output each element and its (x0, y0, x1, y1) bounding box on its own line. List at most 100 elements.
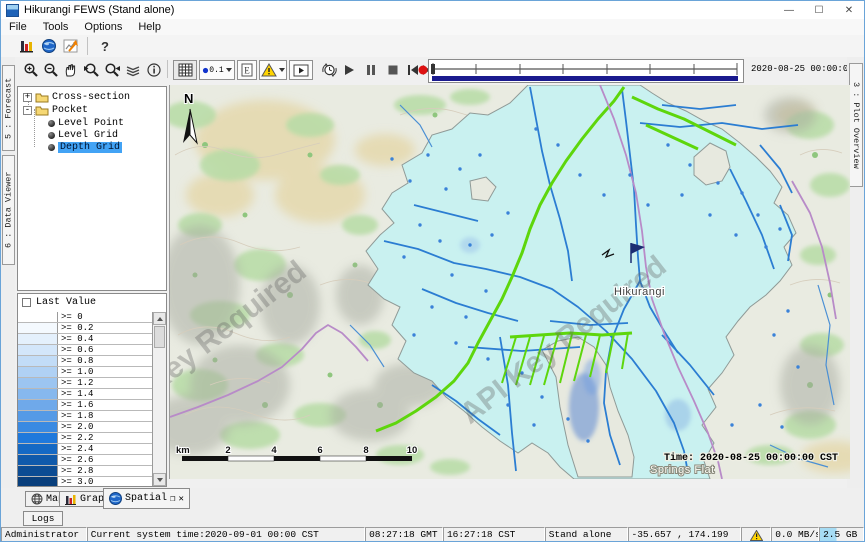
tree-item-cross-section[interactable]: + Cross-section (23, 91, 130, 103)
zoom-next-icon[interactable] (102, 60, 122, 80)
svg-text:N: N (184, 91, 193, 106)
explorer-icon[interactable] (17, 36, 37, 56)
tab-maximize-icon[interactable]: ❐ (170, 494, 175, 504)
tree-item-label-selected: Depth Grid (58, 142, 122, 153)
logs-row: Logs (1, 509, 864, 527)
tree-item-label: Pocket (52, 105, 88, 116)
timeline-handle[interactable] (431, 64, 435, 74)
status-throughput: 0.0 MB/s (771, 527, 819, 542)
scroll-down-button[interactable] (153, 473, 166, 486)
interval-dropdown[interactable]: 0.1 (199, 60, 235, 80)
tab-forecast[interactable]: 5 : Forecast (2, 65, 15, 151)
tab-plot-overview[interactable]: 3 : Plot Overview (849, 63, 863, 187)
layers-icon[interactable] (123, 60, 143, 80)
close-button[interactable]: ✕ (834, 1, 864, 19)
scroll-up-button[interactable] (153, 312, 166, 325)
node-bullet-icon (48, 144, 55, 151)
legend-swatch (18, 312, 58, 322)
warning-dropdown[interactable] (259, 60, 287, 80)
data-viewer-panel: + Cross-section - Pocket Level Point Lev… (15, 85, 169, 488)
svg-text:2: 2 (225, 445, 230, 456)
legend-swatch (18, 455, 58, 465)
status-local-time: 16:27:18 CST (443, 527, 545, 542)
folder-icon (35, 105, 49, 116)
grid-display-button[interactable] (173, 60, 197, 80)
tab-spatial-active[interactable]: Spatial ❐ ✕ (103, 488, 190, 509)
legend-row: >= 0.4 (18, 334, 152, 345)
town-label: Hikurangi (614, 286, 665, 298)
tab-close-icon[interactable]: ✕ (178, 494, 183, 504)
scroll-thumb[interactable] (154, 326, 165, 348)
status-user: Administrator (1, 527, 87, 542)
status-warning-cell[interactable] (741, 527, 771, 542)
tree-item-depth-grid[interactable]: Depth Grid (48, 141, 122, 153)
tree-item-label: Level Point (58, 118, 124, 129)
status-memory: 2.5 GB (819, 527, 864, 542)
legend-row: >= 1.6 (18, 400, 152, 411)
chart-trend-icon[interactable] (61, 36, 81, 56)
help-icon[interactable]: ? (95, 36, 115, 56)
legend-row: >= 1.8 (18, 411, 152, 422)
minimize-button[interactable]: — (774, 1, 804, 19)
pause-button[interactable] (363, 60, 379, 80)
tab-data-viewer[interactable]: 6 : Data Viewer (2, 155, 15, 265)
tree-item-pocket[interactable]: - Pocket (23, 104, 88, 116)
legend-scrollbar[interactable] (152, 312, 166, 486)
expander-icon[interactable]: - (23, 106, 32, 115)
zoom-in-icon[interactable] (21, 60, 41, 80)
tree-item-label: Level Grid (58, 130, 118, 141)
legend-swatch (18, 389, 58, 399)
legend-swatch (18, 477, 58, 487)
node-bullet-icon (48, 132, 55, 139)
menu-tools[interactable]: Tools (35, 21, 77, 33)
legend-row: >= 0.6 (18, 345, 152, 356)
legend-swatch (18, 367, 58, 377)
map-globe-icon[interactable] (39, 36, 59, 56)
legend-swatch (18, 356, 58, 366)
bar-chart-icon (65, 493, 77, 505)
expander-icon[interactable]: + (23, 93, 32, 102)
bottom-tab-bar: Map Graph Spatial ❐ ✕ (1, 488, 864, 509)
menu-help[interactable]: Help (130, 21, 169, 33)
logs-button[interactable]: Logs (23, 511, 63, 526)
legend-swatch (18, 411, 58, 421)
svg-text:4: 4 (271, 445, 277, 456)
tree-item-level-grid[interactable]: Level Grid (48, 129, 118, 141)
zoom-previous-icon[interactable] (81, 60, 101, 80)
legend-table: >= 0 >= 0.2 >= 0.4 >= 0.6 >= 0.8 >= 1.0 … (18, 312, 152, 486)
legend-swatch (18, 345, 58, 355)
editor-button[interactable]: E (237, 60, 257, 80)
legend-row: >= 2.6 (18, 455, 152, 466)
legend-row: >= 0 (18, 312, 152, 323)
map-view[interactable]: API Key Required API Key Required Hikura… (169, 85, 849, 479)
svg-text:8: 8 (363, 445, 368, 456)
timeline-slider[interactable] (428, 59, 744, 83)
stop-button[interactable] (385, 60, 401, 80)
maximize-button[interactable]: ☐ (804, 1, 834, 19)
main-toolbar: ? (1, 35, 864, 58)
title-bar: Hikurangi FEWS (Stand alone) — ☐ ✕ (1, 1, 864, 19)
folder-icon (35, 92, 49, 103)
status-bar: Administrator Current system time:2020-0… (1, 527, 864, 542)
menu-options[interactable]: Options (76, 21, 130, 33)
zoom-out-icon[interactable] (41, 60, 61, 80)
tree-item-level-point[interactable]: Level Point (48, 117, 124, 129)
legend-swatch (18, 378, 58, 388)
last-value-checkbox[interactable] (22, 298, 31, 307)
svg-text:km: km (176, 445, 190, 456)
svg-text:E: E (244, 66, 250, 76)
warning-icon (750, 530, 763, 541)
svg-text:6: 6 (317, 445, 322, 456)
menu-file[interactable]: File (1, 21, 35, 33)
blue-globe-icon (109, 492, 122, 505)
place-label: Springs Flat (650, 464, 715, 476)
filter-tree: + Cross-section - Pocket Level Point Lev… (17, 86, 167, 291)
legend-swatch (18, 334, 58, 344)
animation-button[interactable] (289, 60, 313, 80)
timestep-clock-icon[interactable] (319, 60, 339, 80)
last-value-label: Last Value (36, 297, 96, 308)
pan-hand-icon[interactable] (61, 60, 81, 80)
legend-row: >= 1.4 (18, 389, 152, 400)
play-button[interactable] (341, 60, 357, 80)
info-icon[interactable] (144, 60, 164, 80)
